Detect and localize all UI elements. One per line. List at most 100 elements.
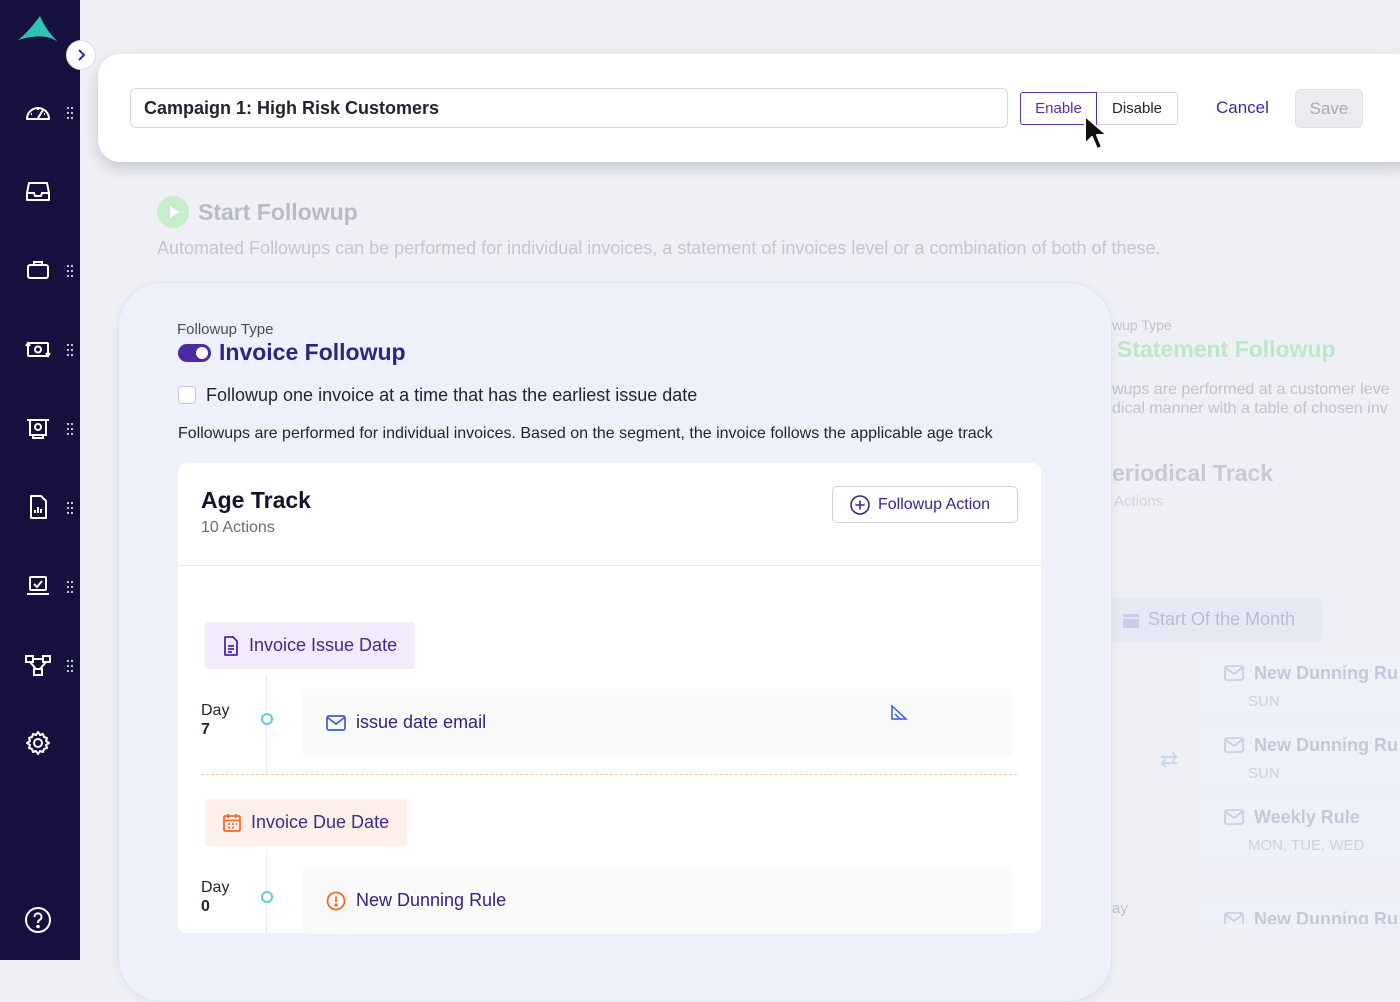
alert-circle-icon <box>326 891 346 910</box>
mail-icon <box>1224 912 1244 924</box>
invoice-followup-card: Followup Type Invoice Followup Followup … <box>118 282 1112 1002</box>
invoice-followup-note: Followups are performed for individual i… <box>178 425 993 442</box>
inbox-icon <box>26 182 50 201</box>
earliest-invoice-checkbox-label[interactable]: Followup one invoice at a time that has … <box>206 385 697 406</box>
age-track-title: Age Track <box>201 487 311 513</box>
action-name: New Dunning Rule <box>356 890 507 910</box>
earliest-invoice-checkbox[interactable] <box>178 386 196 404</box>
followup-action-button[interactable]: Followup Action <box>832 486 1018 523</box>
invoice-due-date-pill[interactable]: Invoice Due Date <box>205 799 408 846</box>
money-transfer-icon <box>25 341 51 358</box>
invoice-followup-toggle[interactable] <box>178 344 211 362</box>
followup-type-label: Followup Type <box>177 321 274 338</box>
statement-desc-line1: wups are performed at a customer leve <box>1112 381 1390 398</box>
day-label: Day 7 <box>201 701 229 739</box>
play-icon <box>157 196 189 228</box>
save-button[interactable]: Save <box>1295 89 1363 128</box>
invoice-issue-date-label: Invoice Issue Date <box>249 635 398 655</box>
workflow-icon <box>25 655 51 676</box>
mail-icon <box>1224 665 1244 681</box>
divider <box>178 565 1041 566</box>
sidebar-item-dashboard[interactable] <box>20 94 56 130</box>
sidebar-item-tasks[interactable] <box>20 568 56 604</box>
rule-row[interactable]: New Dunning Ru <box>1200 900 1400 924</box>
drag-handle-icon[interactable] <box>66 501 74 515</box>
schedule-pill[interactable]: Start Of the Month <box>1112 598 1322 642</box>
drag-handle-icon[interactable] <box>66 106 74 120</box>
age-track-panel: Age Track 10 Actions Followup Action Inv… <box>178 463 1041 934</box>
rule-days: SUN <box>1248 693 1280 710</box>
cancel-button[interactable]: Cancel <box>1202 90 1283 126</box>
invoice-due-date-label: Invoice Due Date <box>251 812 390 832</box>
sidebar-item-payments[interactable] <box>20 331 56 367</box>
rule-days: MON, TUE, WED <box>1248 837 1365 854</box>
age-track-count: 10 Actions <box>201 519 275 536</box>
app-logo[interactable] <box>16 14 60 48</box>
schedule-label: Start Of the Month <box>1148 609 1296 629</box>
campaign-title-input[interactable] <box>130 88 1008 128</box>
day-word: Day <box>201 702 230 719</box>
briefcase-icon <box>27 261 49 279</box>
sidebar-item-collections[interactable] <box>20 410 56 446</box>
statement-desc-line2: dical manner with a table of chosen inv <box>1112 400 1388 417</box>
repeat-icon: ⇄ <box>1160 747 1179 772</box>
day-number: 0 <box>201 898 210 915</box>
invoice-issue-date-pill[interactable]: Invoice Issue Date <box>205 622 416 669</box>
cash-register-icon <box>27 419 49 439</box>
sidebar-expand-button[interactable] <box>66 40 96 70</box>
sidebar-item-help[interactable] <box>20 902 56 938</box>
drag-handle-icon[interactable] <box>66 580 74 594</box>
drag-handle-icon[interactable] <box>66 264 74 278</box>
document-icon <box>224 635 238 656</box>
rule-name: New Dunning Ru <box>1254 735 1398 755</box>
day-number: 7 <box>201 721 210 738</box>
drag-handle-icon[interactable] <box>66 422 74 436</box>
mouse-cursor-icon <box>1084 115 1108 150</box>
help-icon <box>25 907 51 933</box>
group-separator <box>201 774 1017 775</box>
campaign-header: Enable Disable Cancel Save <box>98 54 1400 162</box>
gear-icon <box>26 731 50 755</box>
calendar-icon <box>1123 614 1139 628</box>
sidebar-item-settings[interactable] <box>20 725 56 761</box>
day-label: Day 0 <box>201 878 229 916</box>
drag-handle-icon[interactable] <box>66 659 74 673</box>
action-row-new-dunning-rule[interactable]: New Dunning Rule <box>302 867 1012 934</box>
sidebar-item-reports[interactable] <box>20 489 56 525</box>
chevron-right-icon <box>78 49 86 61</box>
rule-row[interactable]: New Dunning Ru SUN <box>1200 727 1400 789</box>
action-name: issue date email <box>356 712 487 732</box>
start-followup-description: Automated Followups can be performed for… <box>157 238 1161 258</box>
calendar-icon <box>223 814 241 832</box>
start-followup-title: Start Followup <box>198 199 358 225</box>
mail-icon <box>326 714 346 731</box>
laptop-check-icon <box>27 576 49 595</box>
sidebar-item-inbox[interactable] <box>20 173 56 209</box>
rule-name: New Dunning Ru <box>1254 663 1398 683</box>
periodical-track-sub: Actions <box>1114 493 1164 510</box>
plus-circle-icon <box>850 494 870 515</box>
followup-action-label: Followup Action <box>878 495 991 513</box>
edit-icon[interactable] <box>890 704 908 722</box>
mail-icon <box>1224 809 1244 825</box>
statement-type-label: wup Type <box>1112 317 1172 333</box>
mail-icon <box>1224 737 1244 753</box>
periodical-track-title: eriodical Track <box>1112 460 1274 486</box>
gauge-icon <box>26 107 50 120</box>
day-label-partial: ay <box>1112 900 1128 917</box>
sidebar <box>0 0 80 960</box>
rule-name: Weekly Rule <box>1254 807 1360 827</box>
action-row-issue-date-email[interactable]: issue date email <box>302 689 1012 756</box>
drag-handle-icon[interactable] <box>66 343 74 357</box>
sidebar-item-briefcase[interactable] <box>20 252 56 288</box>
rule-name: New Dunning Ru <box>1254 909 1398 924</box>
report-icon <box>30 495 47 519</box>
statement-followup-title: Statement Followup <box>1117 336 1336 362</box>
invoice-followup-title: Invoice Followup <box>219 339 406 365</box>
rule-row[interactable]: New Dunning Ru SUN <box>1200 655 1400 717</box>
sidebar-item-workflows[interactable] <box>20 647 56 683</box>
timeline-dot <box>261 713 273 725</box>
rule-row[interactable]: Weekly Rule MON, TUE, WED <box>1200 799 1400 861</box>
day-word: Day <box>201 879 230 896</box>
timeline-dot <box>261 891 273 903</box>
